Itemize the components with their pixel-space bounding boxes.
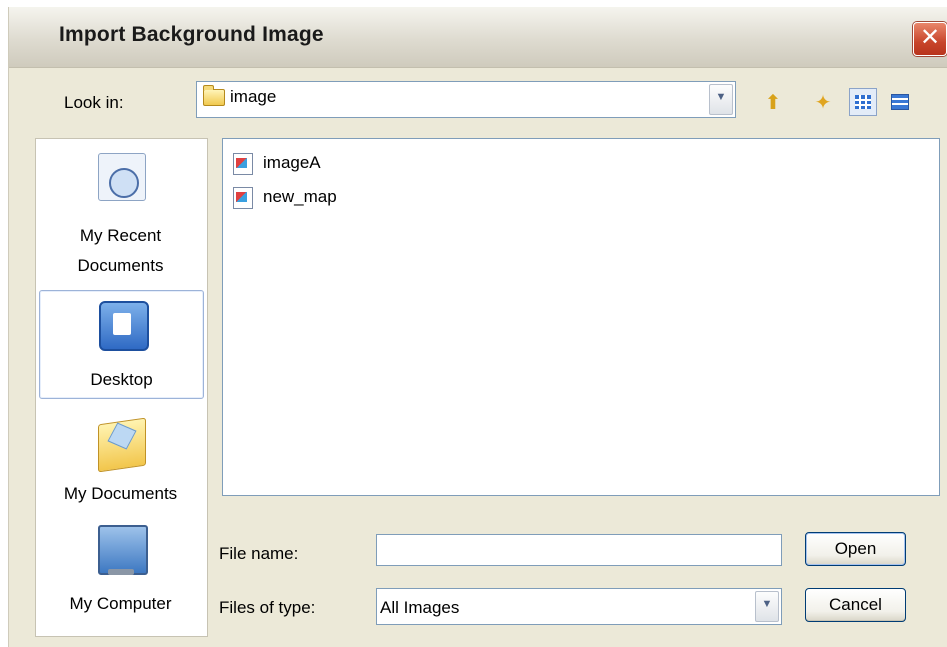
- open-button[interactable]: Open: [805, 532, 906, 566]
- details-grid: [891, 94, 909, 110]
- look-in-dropdown[interactable]: image ▼: [196, 81, 736, 118]
- look-in-value: image: [230, 87, 277, 106]
- file-name: imageA: [263, 153, 321, 172]
- cancel-button[interactable]: Cancel: [805, 588, 906, 622]
- folder-icon: [203, 85, 225, 106]
- look-in-label: Look in:: [64, 93, 124, 112]
- close-button[interactable]: ✕: [913, 22, 947, 56]
- dialog-title: Import Background Image: [59, 23, 324, 46]
- place-label: My Computer: [69, 594, 172, 613]
- desktop-icon: [98, 301, 149, 351]
- list-view-icon[interactable]: [849, 88, 877, 116]
- recent-documents-icon: [97, 153, 146, 201]
- place-label: My Documents: [63, 484, 178, 503]
- place-label: Desktop: [90, 370, 153, 389]
- chevron-down-icon[interactable]: ▼: [755, 591, 779, 622]
- files-of-type-value: All Images: [380, 598, 460, 617]
- file-name-label: File name:: [219, 544, 299, 563]
- import-dialog: Import Background Image ✕ Look in: image…: [8, 7, 947, 647]
- place-desktop[interactable]: Desktop: [39, 290, 204, 399]
- places-bar: My Recent Documents Desktop My Documents…: [35, 138, 208, 637]
- place-label: Documents: [77, 256, 164, 275]
- place-my-documents[interactable]: My Documents: [39, 409, 202, 509]
- image-file-icon: [233, 187, 253, 209]
- file-name-input[interactable]: [376, 534, 782, 566]
- place-label: My Recent: [79, 226, 162, 245]
- details-view-icon[interactable]: [886, 88, 914, 116]
- place-my-computer[interactable]: My Computer: [39, 519, 202, 619]
- file-name: new_map: [263, 187, 337, 206]
- files-of-type-dropdown[interactable]: All Images ▼: [376, 588, 782, 625]
- title-bar[interactable]: Import Background Image ✕: [9, 7, 947, 68]
- create-new-folder-icon[interactable]: ✦: [809, 90, 837, 116]
- up-one-level-icon[interactable]: ⬆: [760, 90, 786, 116]
- close-icon: ✕: [919, 24, 941, 51]
- chevron-down-icon[interactable]: ▼: [709, 84, 733, 115]
- my-computer-icon: [97, 525, 148, 575]
- file-list[interactable]: imageA new_map: [222, 138, 940, 496]
- place-my-recent-documents[interactable]: My Recent Documents: [39, 143, 202, 283]
- my-documents-icon: [97, 417, 146, 473]
- files-of-type-label: Files of type:: [219, 598, 316, 617]
- image-file-icon: [233, 153, 253, 175]
- view-menu-grid: [855, 95, 871, 109]
